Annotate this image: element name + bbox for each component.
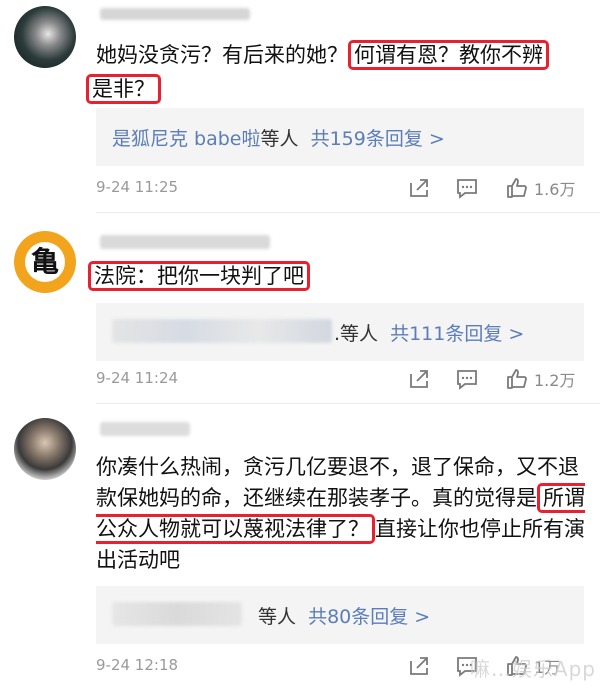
timestamp: 9-24 11:24 bbox=[96, 369, 179, 387]
blurred-username bbox=[100, 235, 270, 249]
reply-summary[interactable]: 是狐尼克 babe啦等人 共159条回复 > bbox=[96, 108, 584, 166]
comment-button[interactable] bbox=[456, 174, 478, 202]
comment-text: 她妈没贪污？有后来的她？ 何谓有恩？教你不辨 是非？ bbox=[86, 40, 586, 104]
comment-icon bbox=[457, 179, 477, 199]
like-button[interactable]: 1.6万 bbox=[506, 174, 575, 202]
comment-meta: 9-24 11:24 1.2万 bbox=[96, 365, 584, 393]
avatar-glyph: 亀 bbox=[25, 242, 65, 282]
share-icon bbox=[410, 179, 428, 197]
reply-suffix: .等人 bbox=[334, 323, 379, 345]
like-icon bbox=[507, 178, 527, 198]
comment-text: 你凑什么热闹，贪污几亿要退不，退了保命，又不退款保她妈的命，还继续在那装孝子。真… bbox=[96, 452, 586, 576]
comment-button[interactable] bbox=[456, 365, 478, 393]
comment-meta: 9-24 11:25 1.6万 bbox=[96, 174, 584, 202]
reply-count-link[interactable]: 共159条回复 > bbox=[311, 128, 445, 150]
reply-summary[interactable]: 等人 共80条回复 > bbox=[96, 586, 584, 644]
highlight-box: 法院：把你一块判了吧 bbox=[88, 261, 310, 291]
comment-2: 亀 法院：把你一块判了吧 .等人 共111条回复 > 9-24 11:24 1.… bbox=[0, 213, 600, 403]
timestamp: 9-24 12:18 bbox=[96, 656, 179, 674]
like-count: 1.6万 bbox=[534, 180, 576, 199]
share-button[interactable] bbox=[408, 174, 430, 202]
share-button[interactable] bbox=[408, 652, 430, 680]
reply-user-link[interactable]: 是狐尼克 babe啦 bbox=[112, 128, 261, 150]
comment-icon bbox=[457, 370, 477, 390]
comment-1: 她妈没贪污？有后来的她？ 何谓有恩？教你不辨 是非？ 是狐尼克 babe啦等人 共… bbox=[0, 0, 600, 212]
reply-suffix: 等人 bbox=[258, 606, 297, 628]
highlight-box: 是非？ bbox=[86, 74, 161, 104]
blurred-username bbox=[100, 422, 190, 436]
avatar[interactable] bbox=[14, 418, 76, 480]
like-icon bbox=[507, 369, 527, 389]
blurred-reply-users bbox=[112, 602, 242, 626]
highlight-box: 何谓有恩？教你不辨 bbox=[348, 40, 549, 70]
comment-text-plain: 你凑什么热闹，贪污几亿要退不，退了保命，又不退款保她妈的命，还继续在那装孝子。真… bbox=[96, 455, 579, 510]
blurred-reply-users bbox=[112, 319, 332, 343]
reply-count-link[interactable]: 共80条回复 > bbox=[308, 606, 430, 628]
comment-text-plain: 她妈没贪污？有后来的她？ bbox=[96, 43, 348, 67]
like-button[interactable]: 1.2万 bbox=[506, 365, 575, 393]
timestamp: 9-24 11:25 bbox=[96, 178, 179, 196]
comment-text: 法院：把你一块判了吧 bbox=[88, 261, 586, 291]
avatar[interactable]: 亀 bbox=[14, 231, 76, 293]
share-button[interactable] bbox=[408, 365, 430, 393]
share-icon bbox=[410, 657, 428, 675]
share-icon bbox=[410, 370, 428, 388]
reply-suffix: 等人 bbox=[260, 128, 299, 150]
reply-count-link[interactable]: 共111条回复 > bbox=[390, 323, 524, 345]
watermark: 嘛…娱乐App bbox=[469, 657, 596, 681]
blurred-username bbox=[100, 8, 250, 20]
like-count: 1.2万 bbox=[534, 371, 576, 390]
avatar[interactable] bbox=[14, 6, 76, 68]
reply-summary[interactable]: .等人 共111条回复 > bbox=[96, 303, 584, 361]
